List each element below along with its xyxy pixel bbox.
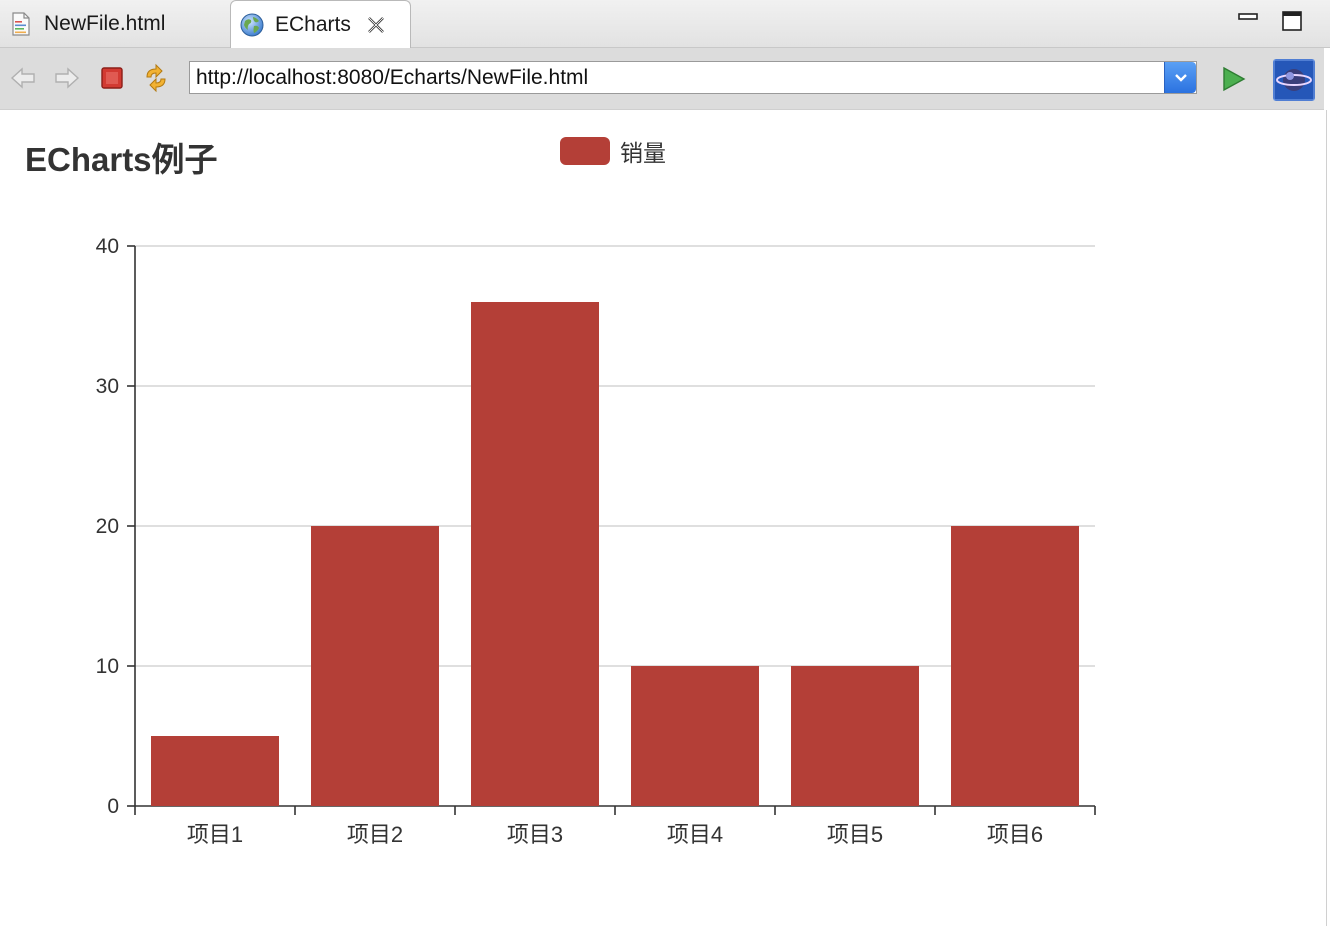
bar-2[interactable] <box>311 526 439 806</box>
y-tick-label: 0 <box>107 795 119 818</box>
go-play-icon[interactable] <box>1218 64 1248 94</box>
close-icon[interactable] <box>365 14 387 36</box>
bar-6[interactable] <box>951 526 1079 806</box>
content-border <box>1326 110 1327 926</box>
tab-label: ECharts <box>275 13 351 36</box>
x-tick-label: 项目5 <box>827 822 883 847</box>
bar-5[interactable] <box>791 666 919 806</box>
chevron-down-icon <box>1174 73 1187 82</box>
y-tick-label: 20 <box>96 515 119 538</box>
planet-icon <box>1273 59 1315 101</box>
stop-icon[interactable] <box>97 63 127 93</box>
bar-3[interactable] <box>471 302 599 806</box>
url-input[interactable] <box>190 62 1164 93</box>
tab-echarts[interactable]: ECharts <box>230 0 411 49</box>
bar-4[interactable] <box>631 666 759 806</box>
url-bar <box>189 61 1197 94</box>
bar-1[interactable] <box>151 736 279 806</box>
browser-toolbar <box>0 48 1324 110</box>
browser-profile-button[interactable] <box>1273 59 1315 101</box>
minimize-icon[interactable] <box>1237 10 1259 32</box>
refresh-icon[interactable] <box>141 63 171 93</box>
tab-newfile[interactable]: NewFile.html <box>0 0 228 48</box>
url-dropdown-button[interactable] <box>1164 62 1196 93</box>
back-arrow-icon[interactable] <box>8 63 38 93</box>
x-tick-label: 项目4 <box>667 822 723 847</box>
x-tick-label: 项目1 <box>187 822 243 847</box>
x-tick-label: 项目3 <box>507 822 563 847</box>
globe-icon <box>240 13 264 37</box>
html-file-icon <box>12 12 30 36</box>
y-tick-label: 10 <box>96 655 119 678</box>
x-tick-label: 项目6 <box>987 822 1043 847</box>
y-tick-label: 30 <box>96 375 119 398</box>
y-tick-label: 40 <box>96 235 119 258</box>
tab-bar: NewFile.html ECharts <box>0 0 1330 49</box>
forward-arrow-icon[interactable] <box>52 63 82 93</box>
bar-chart: 0 10 20 30 40 项目1 项目2 项目3 项目4 项目5 项目6 <box>96 235 1096 847</box>
maximize-icon[interactable] <box>1281 10 1303 32</box>
tab-label: NewFile.html <box>44 12 166 35</box>
x-tick-label: 项目2 <box>347 822 403 847</box>
